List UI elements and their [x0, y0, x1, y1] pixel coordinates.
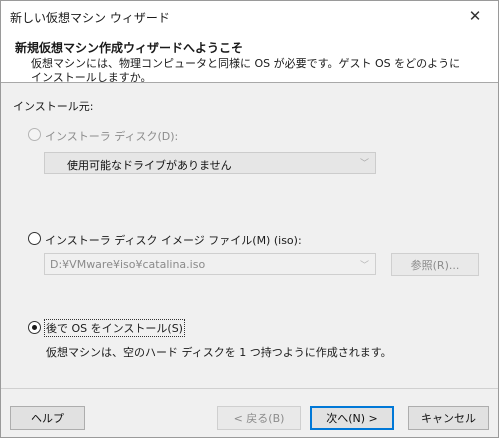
- iso-image-label: インストーラ ディスク イメージ ファイル(M) (iso):: [45, 234, 302, 247]
- title-bar: 新しい仮想マシン ウィザード ✕: [0, 0, 499, 30]
- cancel-button[interactable]: キャンセル: [408, 406, 489, 430]
- chevron-down-icon: ﹀: [359, 159, 369, 169]
- chevron-down-icon[interactable]: ﹀: [360, 258, 369, 271]
- next-button[interactable]: 次へ(N) >: [310, 406, 394, 430]
- window-title: 新しい仮想マシン ウィザード: [10, 11, 170, 25]
- back-button[interactable]: < 戻る(B): [217, 406, 301, 430]
- header-title: 新規仮想マシン作成ウィザードへようこそ: [15, 41, 244, 55]
- radio-iso-image[interactable]: [28, 232, 41, 245]
- wizard-header: 新規仮想マシン作成ウィザードへようこそ 仮想マシンには、物理コンピュータと同様に…: [1, 30, 498, 84]
- browse-button[interactable]: 参照(R)...: [391, 253, 479, 276]
- radio-install-later[interactable]: [28, 321, 41, 334]
- install-source-label: インストール元:: [13, 100, 94, 113]
- iso-path-combo[interactable]: D:¥VMware¥iso¥catalina.iso ﹀: [44, 253, 376, 275]
- footer-separator: [1, 388, 498, 389]
- help-button[interactable]: ヘルプ: [10, 406, 85, 430]
- iso-path-value: D:¥VMware¥iso¥catalina.iso: [50, 258, 206, 271]
- header-description: 仮想マシンには、物理コンピュータと同様に OS が必要です。ゲスト OS をどの…: [31, 57, 461, 84]
- installer-disc-label: インストーラ ディスク(D):: [45, 130, 179, 143]
- installer-disc-value: 使用可能なドライブがありません: [67, 159, 232, 172]
- install-later-description: 仮想マシンは、空のハード ディスクを 1 つ持つように作成されます。: [46, 346, 392, 359]
- installer-disc-dropdown[interactable]: 使用可能なドライブがありません ﹀: [44, 152, 376, 174]
- radio-installer-disc[interactable]: [28, 128, 41, 141]
- close-icon[interactable]: ✕: [452, 1, 498, 30]
- install-later-label: 後で OS をインストール(S): [44, 319, 185, 337]
